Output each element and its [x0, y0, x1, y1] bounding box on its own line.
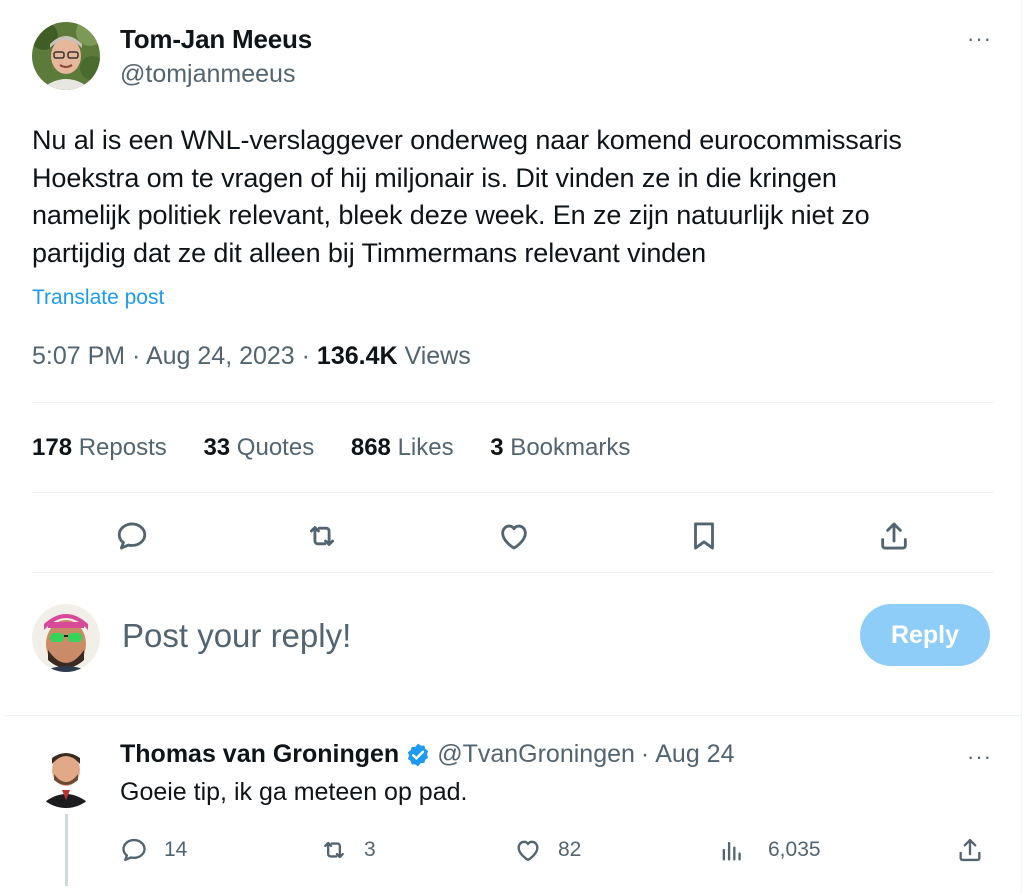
reply-more-options-icon[interactable]: ···	[967, 746, 992, 768]
like-icon	[501, 524, 527, 550]
reply-reposts-count: 3	[364, 838, 376, 861]
reply-button[interactable]	[104, 508, 160, 564]
post-time[interactable]: 5:07 PM	[32, 342, 125, 370]
reply-header: Thomas van Groningen @TvanGroningen · Au…	[120, 740, 735, 769]
reply-like-button[interactable]: 82	[514, 830, 581, 870]
reply-author-avatar[interactable]	[32, 740, 100, 808]
reply-share-button[interactable]	[956, 830, 984, 870]
repost-button[interactable]	[294, 508, 350, 564]
divider	[32, 402, 994, 403]
post-detail-view: Tom-Jan Meeus @tomjanmeeus ··· Nu al is …	[0, 0, 1022, 894]
reply-composer: Reply	[32, 600, 992, 676]
analytics-icon	[722, 841, 741, 861]
bookmarks-stat[interactable]: 3 Bookmarks	[490, 434, 630, 462]
post-date[interactable]: Aug 24, 2023	[146, 342, 295, 370]
post-metadata: 5:07 PM · Aug 24, 2023 · 136.4K Views	[32, 342, 471, 371]
divider	[32, 492, 994, 493]
repost-icon	[324, 841, 344, 859]
share-icon	[959, 838, 981, 862]
bookmark-button[interactable]	[676, 508, 732, 564]
author-handle[interactable]: @tomjanmeeus	[120, 60, 295, 89]
share-button[interactable]	[866, 508, 922, 564]
meta-separator: ·	[125, 342, 146, 370]
reply-post[interactable]: Thomas van Groningen @TvanGroningen · Au…	[32, 736, 992, 886]
divider	[4, 715, 1022, 716]
divider	[32, 572, 994, 573]
like-icon	[517, 840, 539, 862]
meta-separator: ·	[294, 342, 317, 370]
reposts-stat[interactable]: 178 Reposts	[32, 434, 167, 462]
likes-stat[interactable]: 868 Likes	[351, 434, 454, 462]
share-icon	[881, 522, 907, 550]
reply-views-button[interactable]: 6,035	[718, 830, 821, 870]
quotes-stat[interactable]: 33 Quotes	[203, 434, 314, 462]
verified-badge-icon[interactable]	[405, 742, 431, 768]
author-name[interactable]: Tom-Jan Meeus	[120, 24, 312, 55]
views-label: Views	[397, 342, 471, 370]
reply-action-bar: 14 3 82 6,035	[120, 830, 1000, 870]
reply-author-handle[interactable]: @TvanGroningen	[437, 740, 635, 769]
post-text: Nu al is een WNL-verslaggever onderweg n…	[32, 125, 902, 268]
current-user-avatar[interactable]	[32, 604, 100, 672]
reply-icon	[122, 838, 146, 862]
repost-icon	[309, 526, 335, 546]
reply-author-name[interactable]: Thomas van Groningen	[120, 740, 399, 769]
reply-icon	[117, 522, 147, 550]
reply-views-count: 6,035	[768, 838, 821, 861]
reply-input[interactable]	[122, 614, 822, 658]
more-options-icon[interactable]: ···	[967, 28, 992, 50]
reply-submit-button[interactable]: Reply	[860, 604, 990, 666]
reply-replies-count: 14	[164, 838, 188, 861]
reply-separator: ·	[640, 740, 650, 768]
views-count: 136.4K	[316, 342, 398, 370]
thread-connector-line	[65, 814, 68, 886]
post-author-header: Tom-Jan Meeus @tomjanmeeus ···	[32, 20, 992, 92]
reply-repost-button[interactable]: 3	[320, 830, 376, 870]
reply-likes-count: 82	[558, 838, 582, 861]
reply-reply-button[interactable]: 14	[120, 830, 187, 870]
post-action-bar	[32, 508, 992, 564]
like-button[interactable]	[486, 508, 542, 564]
bookmark-icon	[694, 522, 714, 550]
reply-text: Goeie tip, ik ga meteen op pad.	[120, 778, 468, 806]
author-avatar[interactable]	[32, 22, 100, 90]
translate-post-link[interactable]: Translate post	[32, 286, 164, 310]
reply-time[interactable]: Aug 24	[655, 740, 734, 769]
post-stats: 178 Reposts 33 Quotes 868 Likes 3 Bookma…	[32, 434, 660, 462]
